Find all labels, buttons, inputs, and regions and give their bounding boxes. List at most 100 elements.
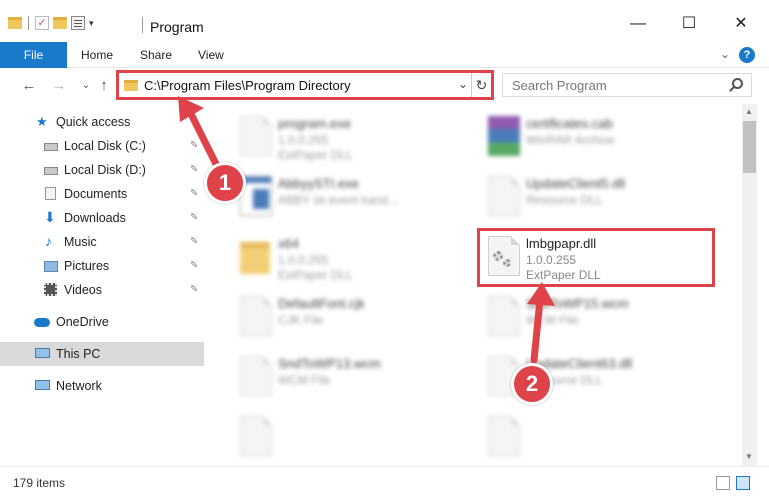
file-item[interactable] — [232, 408, 462, 466]
file-type: ExtPaper DLL — [278, 148, 353, 162]
tab-home[interactable]: Home — [81, 42, 113, 68]
address-path[interactable]: C:\Program Files\Program Directory — [144, 78, 351, 93]
window-title: Program — [150, 19, 204, 35]
file-name: DefaultFont.cjk — [278, 296, 365, 311]
nav-onedrive[interactable]: OneDrive — [0, 310, 212, 334]
file-icon — [240, 296, 272, 336]
scroll-down-icon[interactable]: ▼ — [745, 452, 753, 461]
title-bar: ✓ ▾ Program — ☐ ✕ — [0, 0, 769, 42]
folder-icon — [8, 17, 22, 29]
file-icon — [488, 416, 520, 456]
tab-file[interactable]: File — [0, 42, 67, 68]
pin-icon[interactable]: ✎ — [190, 284, 198, 295]
file-version: 1.0.0.255 — [278, 133, 329, 147]
close-button[interactable]: ✕ — [731, 14, 751, 34]
pin-icon[interactable]: ✎ — [190, 140, 198, 151]
drive-icon — [44, 143, 58, 151]
file-icon — [240, 416, 272, 456]
large-icons-view-icon[interactable] — [736, 476, 750, 490]
folder-icon — [240, 242, 270, 274]
file-version: 1.0.0.255 — [278, 253, 329, 267]
help-button[interactable]: ? — [739, 47, 755, 63]
step-badge-1: 1 — [204, 162, 246, 204]
file-item[interactable]: AbbyySTI.exe ABBY sti event hand... — [232, 168, 462, 226]
pin-icon[interactable]: ✎ — [190, 212, 198, 223]
step-badge-2: 2 — [511, 363, 553, 405]
target-highlight-box — [477, 228, 715, 287]
file-item[interactable]: x64 1.0.0.255 ExtPaper DLL — [232, 228, 462, 286]
up-arrow-icon[interactable]: ↑ — [95, 77, 113, 95]
nav-this-pc[interactable]: This PC — [0, 342, 204, 366]
music-note-icon: ♪ — [45, 233, 52, 249]
address-dropdown-icon[interactable]: ⌄ — [458, 77, 468, 91]
item-count: 179 items — [13, 476, 66, 490]
address-bar[interactable]: C:\Program Files\Program Directory ⌄ ↻ — [116, 70, 494, 100]
nav-label: Documents — [64, 187, 128, 201]
pin-icon[interactable]: ✎ — [190, 260, 198, 271]
file-item[interactable]: SndToWP13.wcm WCM File — [232, 348, 462, 406]
nav-pictures[interactable]: Pictures ✎ — [0, 254, 212, 278]
nav-local-disk-c[interactable]: Local Disk (C:) ✎ — [0, 134, 212, 158]
new-folder-icon[interactable] — [53, 17, 67, 29]
pin-icon[interactable]: ✎ — [190, 188, 198, 199]
file-item[interactable]: SndToWP15.wcm WCM File — [480, 288, 710, 346]
navigation-bar: ← → ⌄ ↑ C:\Program Files\Program Directo… — [0, 68, 769, 104]
file-type: WCM File — [278, 373, 331, 387]
back-arrow-icon[interactable]: ← — [20, 77, 38, 95]
scroll-up-icon[interactable]: ▲ — [745, 107, 753, 116]
tab-view[interactable]: View — [198, 42, 224, 68]
customize-toolbar-dropdown-icon[interactable]: ▾ — [89, 18, 94, 29]
nav-label: Quick access — [56, 115, 131, 129]
nav-downloads[interactable]: ⬇ Downloads ✎ — [0, 206, 212, 230]
search-icon[interactable] — [732, 78, 743, 89]
nav-local-disk-d[interactable]: Local Disk (D:) ✎ — [0, 158, 212, 182]
quick-access-toolbar: ✓ ▾ — [8, 16, 94, 30]
folder-icon — [124, 80, 138, 91]
properties-check-icon[interactable]: ✓ — [35, 16, 49, 30]
download-arrow-icon: ⬇ — [44, 209, 56, 225]
file-type: CJK File — [278, 313, 324, 327]
status-bar: 179 items — [0, 466, 769, 501]
file-type: WCM File — [526, 313, 579, 327]
file-type: WinRAR Archive — [526, 133, 615, 147]
expand-ribbon-chevron-icon[interactable]: ⌄ — [720, 47, 730, 61]
search-placeholder: Search Program — [512, 78, 607, 93]
nav-label: Videos — [64, 283, 102, 297]
nav-music[interactable]: ♪ Music ✎ — [0, 230, 212, 254]
file-item[interactable]: DefaultFont.cjk CJK File — [232, 288, 462, 346]
nav-network[interactable]: Network — [0, 374, 212, 398]
star-icon: ★ — [36, 114, 48, 129]
tab-share[interactable]: Share — [140, 42, 172, 68]
file-icon — [240, 356, 272, 396]
nav-label: Music — [64, 235, 97, 249]
file-type: Resource DLL — [526, 193, 603, 207]
file-item[interactable]: program.exe 1.0.0.255 ExtPaper DLL — [232, 108, 462, 166]
file-name: x64 — [278, 236, 299, 251]
pin-icon[interactable]: ✎ — [190, 164, 198, 175]
nav-documents[interactable]: Documents ✎ — [0, 182, 212, 206]
network-icon — [35, 380, 50, 390]
forward-arrow-icon[interactable]: → — [50, 77, 68, 95]
maximize-button[interactable]: ☐ — [679, 14, 699, 34]
cloud-icon — [34, 318, 50, 327]
ribbon-tabs: File Home Share View ⌄ ? — [0, 42, 769, 68]
pin-icon[interactable]: ✎ — [190, 236, 198, 247]
nav-label: OneDrive — [56, 315, 109, 329]
search-input[interactable]: Search Program — [502, 73, 752, 97]
nav-videos[interactable]: Videos ✎ — [0, 278, 212, 302]
nav-quick-access[interactable]: ★ Quick access — [0, 110, 212, 134]
scrollbar-thumb[interactable] — [743, 121, 756, 173]
navigation-pane: ★ Quick access Local Disk (C:) ✎ Local D… — [0, 104, 212, 466]
computer-icon — [35, 348, 50, 358]
recent-locations-chevron-icon[interactable]: ⌄ — [77, 77, 95, 95]
file-item[interactable] — [480, 408, 710, 466]
file-name: AbbyySTI.exe — [278, 176, 359, 191]
minimize-button[interactable]: — — [628, 14, 648, 34]
refresh-icon[interactable]: ↻ — [471, 73, 491, 97]
file-item[interactable]: UpdateClient5.dll Resource DLL — [480, 168, 710, 226]
properties-icon[interactable] — [71, 16, 85, 30]
file-item[interactable]: certificates.cab WinRAR Archive — [480, 108, 710, 166]
drive-icon — [44, 167, 58, 175]
details-view-icon[interactable] — [716, 476, 730, 490]
vertical-scrollbar[interactable]: ▲ ▼ — [742, 104, 757, 466]
